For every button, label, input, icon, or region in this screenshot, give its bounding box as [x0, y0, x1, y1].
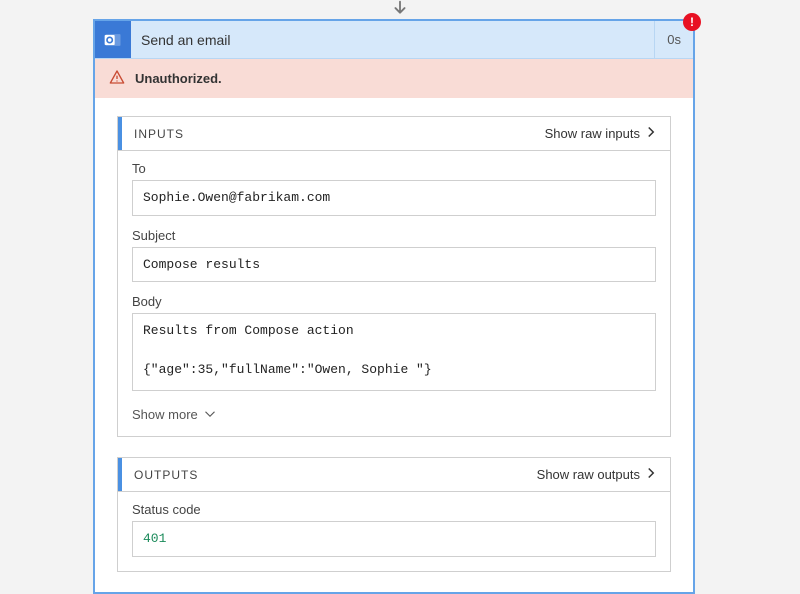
subject-label: Subject: [132, 228, 656, 243]
error-banner: Unauthorized.: [95, 59, 693, 98]
chevron-right-icon: [646, 126, 656, 141]
inputs-title: INPUTS: [130, 127, 184, 141]
error-badge-icon: !: [683, 13, 701, 31]
action-card: ! Send an email 0s Unauthorized.: [93, 19, 695, 594]
subject-value[interactable]: Compose results: [132, 247, 656, 283]
outputs-title: OUTPUTS: [130, 468, 198, 482]
chevron-right-icon: [646, 467, 656, 482]
show-raw-outputs-link[interactable]: Show raw outputs: [537, 467, 656, 482]
status-code-value[interactable]: 401: [132, 521, 656, 557]
show-more-link[interactable]: Show more: [132, 403, 656, 422]
error-message: Unauthorized.: [135, 71, 222, 86]
show-raw-inputs-link[interactable]: Show raw inputs: [545, 126, 656, 141]
to-label: To: [132, 161, 656, 176]
show-more-label: Show more: [132, 407, 198, 422]
inputs-panel: INPUTS Show raw inputs To Sophie.Owen@fa…: [117, 116, 671, 437]
action-header[interactable]: Send an email 0s: [95, 21, 693, 59]
outputs-panel: OUTPUTS Show raw outputs Status code 401: [117, 457, 671, 572]
body-label: Body: [132, 294, 656, 309]
to-value[interactable]: Sophie.Owen@fabrikam.com: [132, 180, 656, 216]
chevron-down-icon: [204, 407, 216, 422]
action-title: Send an email: [131, 21, 654, 58]
outlook-icon: [95, 21, 131, 58]
status-code-label: Status code: [132, 502, 656, 517]
show-raw-inputs-label: Show raw inputs: [545, 126, 640, 141]
show-raw-outputs-label: Show raw outputs: [537, 467, 640, 482]
warning-icon: [109, 69, 125, 88]
body-value[interactable]: Results from Compose action {"age":35,"f…: [132, 313, 656, 391]
